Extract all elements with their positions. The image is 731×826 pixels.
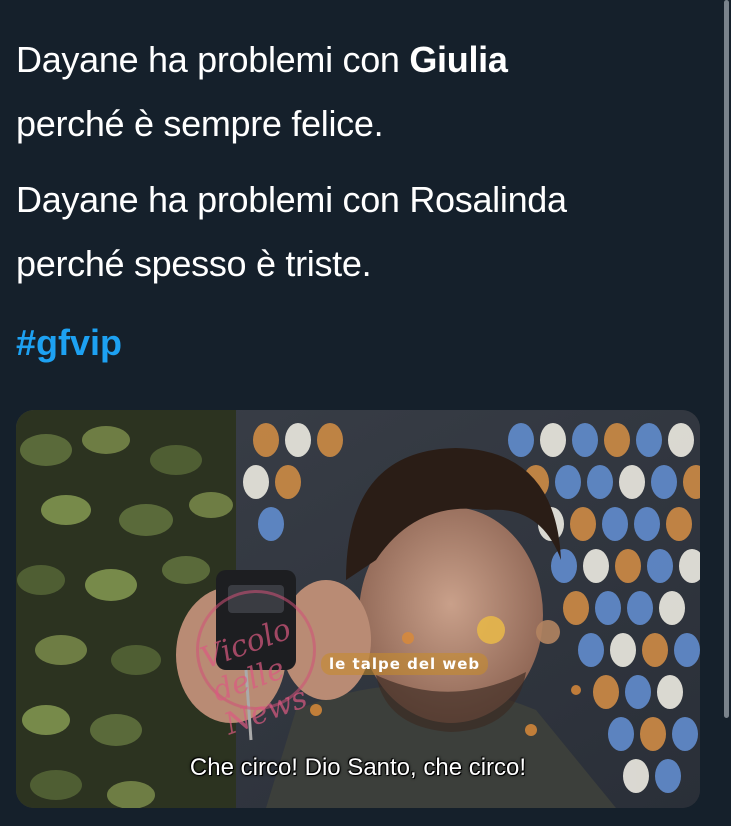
text-segment: perché spesso è triste. [16, 243, 372, 284]
hashtag-link[interactable]: #gfvip [16, 318, 122, 368]
image-scene [16, 410, 700, 808]
tweet-text: Dayane ha problemi con Giulia perché è s… [16, 28, 696, 368]
text-segment: Dayane ha problemi con [16, 39, 410, 80]
tweet-image[interactable]: Vicolo delle News le talpe del web Che c… [16, 410, 700, 808]
scrollbar[interactable] [724, 0, 729, 718]
tweet-paragraph-2: Dayane ha problemi con Rosalinda perché … [16, 168, 696, 296]
text-segment: perché è sempre felice. [16, 103, 384, 144]
watermark-logo-right: le talpe del web [321, 653, 489, 675]
tweet-paragraph-1: Dayane ha problemi con Giulia perché è s… [16, 28, 696, 156]
text-segment: Dayane ha problemi con Rosalinda [16, 179, 567, 220]
mention-name: Giulia [409, 39, 508, 80]
watermark-logo-left: Vicolo delle News [196, 590, 316, 742]
image-caption: Che circo! Dio Santo, che circo! [189, 754, 527, 781]
